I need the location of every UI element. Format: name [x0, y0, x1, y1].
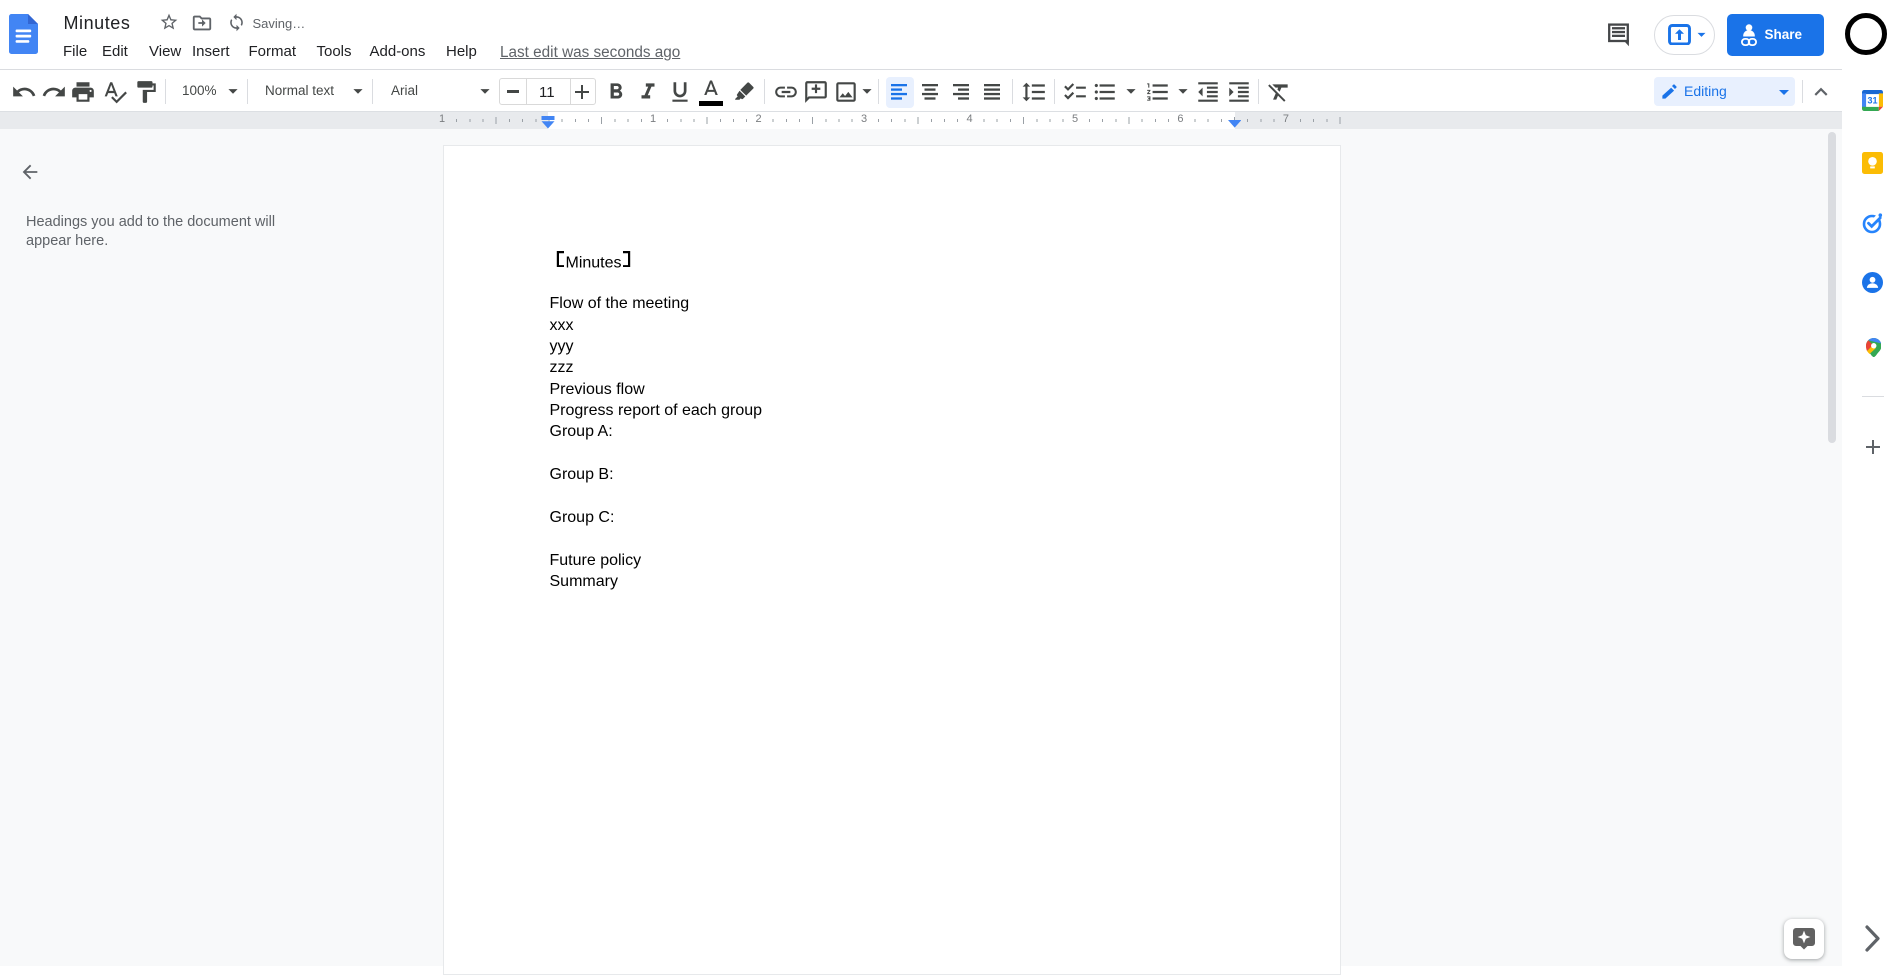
svg-text:31: 31 — [1867, 96, 1877, 106]
